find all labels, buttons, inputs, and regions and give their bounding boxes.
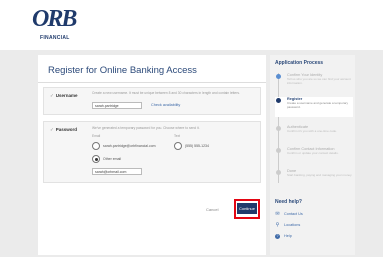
help-label: Locations	[284, 223, 301, 227]
need-help-heading: Need help?	[275, 199, 302, 205]
step-dot-icon	[276, 74, 281, 79]
step-desc: Start banking, paying and managing your …	[287, 173, 353, 177]
text-label: Text	[174, 134, 181, 138]
step-dot-icon	[276, 148, 281, 153]
page-title: Register for Online Banking Access	[48, 65, 197, 76]
help-icon: ?	[275, 234, 280, 239]
password-description: We've generated a temporary password for…	[92, 126, 200, 130]
check-availability-link[interactable]: Check availability	[151, 103, 180, 107]
password-section: ✓ Password We've generated a temporary pa…	[43, 121, 261, 183]
step-dot-icon	[276, 170, 281, 175]
logo-subtitle: FINANCIAL	[40, 35, 70, 41]
step-desc: Create a username and generate a tempora…	[287, 101, 349, 109]
title-divider	[38, 82, 266, 83]
cancel-button[interactable]: Cancel	[206, 207, 218, 212]
username-description: Create a new username. It must be unique…	[92, 91, 240, 95]
email-radio[interactable]	[92, 142, 100, 150]
step-desc: Confirm or update your contact details.	[287, 151, 339, 155]
check-icon: ✓	[50, 93, 54, 98]
step-dot-icon	[276, 126, 281, 131]
step-desc: Tell us who you are so we can find your …	[287, 77, 351, 85]
continue-button[interactable]: Continue	[237, 203, 257, 214]
username-input[interactable]: sarah.partridge	[92, 102, 142, 109]
help-link-help[interactable]: ? Help	[275, 234, 345, 241]
step-desc: Confirm it's you with a one-time code.	[287, 129, 337, 133]
help-label: Contact Us	[284, 212, 303, 216]
password-heading-label: Password	[55, 127, 78, 132]
step-done: Done Start banking, paying and managing …	[275, 169, 353, 189]
help-link-locations[interactable]: ⚲ Locations	[275, 223, 345, 230]
progress-sidebar: Application Process Confirm Your Identit…	[270, 55, 355, 255]
logo-mark: ORB	[32, 6, 77, 32]
step-authenticate: Authenticate Confirm it's you with a one…	[275, 125, 353, 143]
text-option-label: (555) 555-1234	[185, 144, 209, 148]
location-icon: ⚲	[275, 222, 280, 228]
password-heading: ✓ Password	[50, 127, 77, 133]
email-label: Email	[92, 134, 101, 138]
step-dot-icon	[276, 98, 281, 103]
app-header: ORB FINANCIAL	[0, 0, 383, 50]
help-label: Help	[284, 234, 292, 238]
email-option-label: sarah.partridge@orbfinancial.com	[103, 144, 156, 148]
help-link-contact[interactable]: ✉ Contact Us	[275, 212, 345, 219]
step-register: Register Create a username and generate …	[275, 97, 353, 117]
registration-panel: Register for Online Banking Access ✓ User…	[38, 55, 266, 255]
step-confirm-identity: Confirm Your Identity Tell us who you ar…	[275, 73, 353, 91]
step-confirm-contact: Confirm Contact Information Confirm or u…	[275, 147, 353, 165]
chat-icon: ✉	[275, 211, 280, 217]
other-email-input[interactable]: sarah@orbmail.com	[92, 168, 142, 175]
username-heading-label: Username	[55, 93, 78, 98]
check-icon: ✓	[50, 127, 54, 132]
other-email-radio[interactable]	[92, 155, 100, 163]
other-email-label: Other email	[103, 157, 122, 161]
orb-logo: ORB FINANCIAL	[32, 6, 92, 44]
username-section: ✓ Username Create a new username. It must…	[43, 87, 261, 115]
sidebar-title: Application Process	[275, 60, 324, 66]
username-heading: ✓ Username	[50, 93, 78, 99]
text-radio[interactable]	[174, 142, 182, 150]
